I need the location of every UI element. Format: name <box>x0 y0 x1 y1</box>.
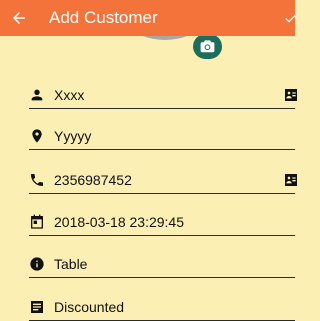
datetime-underline <box>29 235 295 236</box>
page-title: Add Customer <box>49 8 158 27</box>
location-pin-icon <box>32 129 42 143</box>
source-field[interactable]: Table <box>0 250 295 278</box>
phone-underline <box>29 193 295 194</box>
source-value: Table <box>54 256 88 272</box>
phone-field[interactable]: 2356987452 <box>0 166 297 194</box>
calendar-icon <box>31 214 43 229</box>
price-type-field[interactable]: Discounted <box>0 293 295 321</box>
price-type-value: Discounted <box>54 299 125 315</box>
person-icon <box>31 89 43 101</box>
change-photo-button[interactable] <box>193 34 222 59</box>
list-icon <box>31 301 43 313</box>
phone-value: 2356987452 <box>54 172 132 188</box>
address-field[interactable]: Yyyyy <box>0 122 295 150</box>
arrow-left-icon[interactable] <box>10 9 28 27</box>
source-underline <box>29 277 295 278</box>
camera-icon <box>200 40 215 53</box>
name-field[interactable]: Xxxx <box>0 81 297 109</box>
datetime-field[interactable]: 2018-03-18 23:29:45 <box>0 208 295 236</box>
address-underline <box>29 149 295 150</box>
app-bar: Add Customer <box>0 0 297 36</box>
check-icon[interactable] <box>283 9 299 27</box>
phone-icon <box>31 174 43 186</box>
name-value: Xxxx <box>54 87 85 103</box>
name-underline <box>29 108 295 109</box>
contact-card-icon[interactable] <box>283 172 299 188</box>
info-icon <box>30 257 44 271</box>
datetime-value: 2018-03-18 23:29:45 <box>54 214 184 230</box>
address-value: Yyyyy <box>54 128 92 144</box>
contact-card-icon[interactable] <box>283 87 299 103</box>
